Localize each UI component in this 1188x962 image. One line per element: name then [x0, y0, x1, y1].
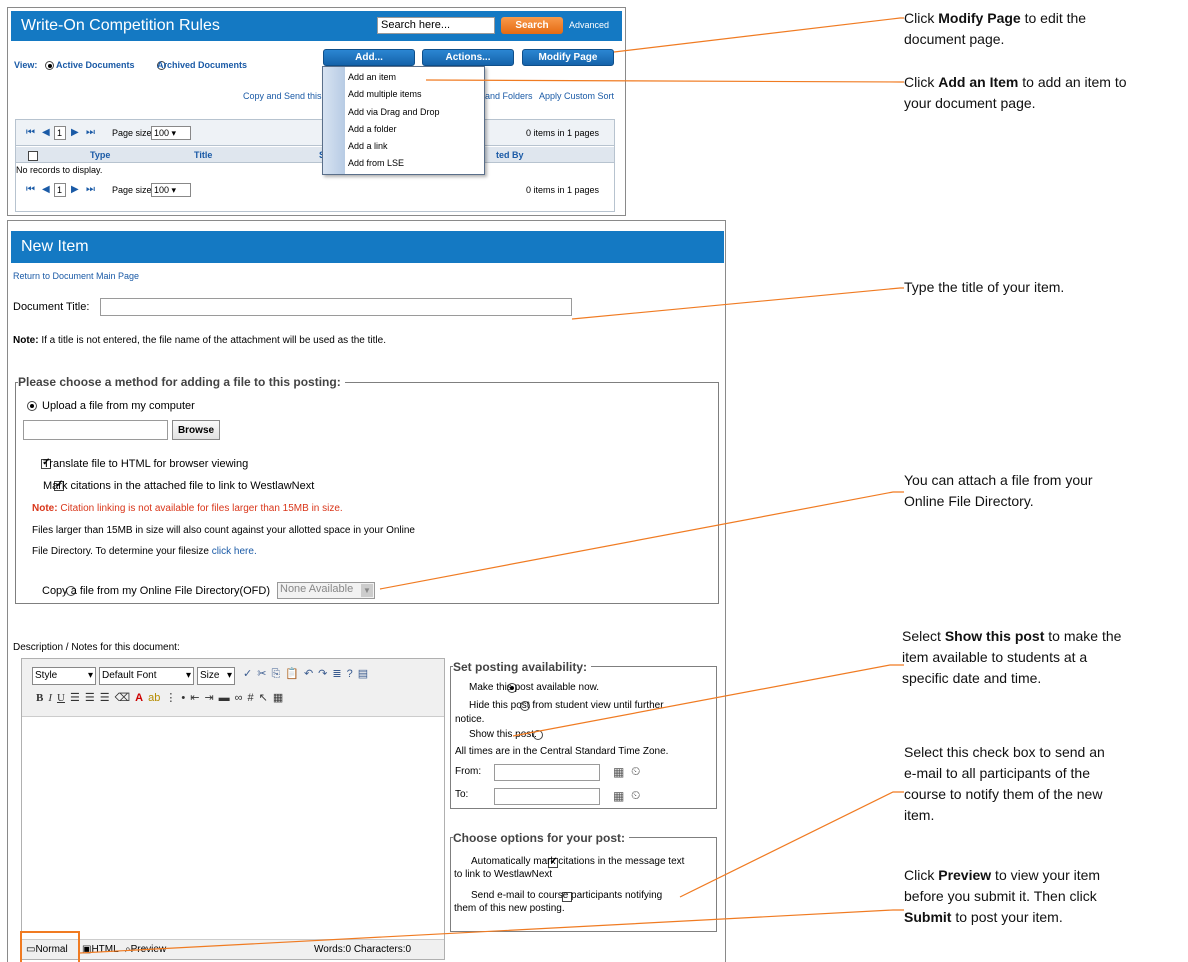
a2-line2: your document page.: [904, 95, 1036, 111]
a1-bold: Modify Page: [938, 10, 1021, 26]
a5-bold: Show this post: [944, 628, 1045, 644]
a2-bold: Add an Item: [938, 74, 1019, 90]
callout-line-add-item: [425, 79, 904, 83]
annotation-title: Type the title of your item.: [904, 277, 1064, 298]
a2-pre: Click: [904, 74, 939, 90]
a5-line3: specific date and time.: [902, 670, 1042, 686]
a3-text: Type the title of your item.: [904, 279, 1065, 295]
annotation-preview: Click Preview to view your item before y…: [904, 865, 1100, 928]
annotation-modify-page: Click Modify Page to edit the document p…: [904, 8, 1086, 50]
a5-post: to make the: [1044, 628, 1122, 644]
a1-line2: document page.: [904, 31, 1005, 47]
a7-pre: Click: [904, 867, 939, 883]
a6-line4: item.: [904, 807, 935, 823]
a1-post: to edit the: [1020, 10, 1087, 26]
callout-line-modify: [613, 17, 904, 53]
a1-pre: Click: [904, 10, 939, 26]
a2-post: to add an item to: [1018, 74, 1127, 90]
annotation-ofd: You can attach a file from your Online F…: [904, 470, 1093, 512]
a7-line2: before you submit it. Then click: [904, 888, 1097, 904]
a6-line2: e-mail to all participants of the: [904, 765, 1090, 781]
a7-bold: Preview: [938, 867, 992, 883]
annotation-show-post: Select Show this post to make the item a…: [902, 626, 1121, 689]
annotation-add-item: Click Add an Item to add an item to your…: [904, 72, 1127, 114]
annotation-email: Select this check box to send an e-mail …: [904, 742, 1105, 826]
a7-post2: to post your item.: [951, 909, 1063, 925]
a6-line3: course to notify them of the new: [904, 786, 1103, 802]
callout-line-show-post: [512, 664, 904, 737]
a4-line2: Online File Directory.: [904, 493, 1034, 509]
a6-line1: Select this check box to send an: [904, 744, 1105, 760]
a5-line2: item available to students at a: [902, 649, 1088, 665]
a5-pre: Select: [902, 628, 945, 644]
callout-line-preview: [79, 909, 904, 954]
callout-line-title: [571, 287, 904, 320]
callout-line-email: [679, 791, 904, 898]
callout-line-ofd: [379, 491, 904, 590]
a4-line1: You can attach a file from your: [904, 472, 1093, 488]
a7-bold2: Submit: [904, 909, 952, 925]
a7-post: to view your item: [991, 867, 1101, 883]
